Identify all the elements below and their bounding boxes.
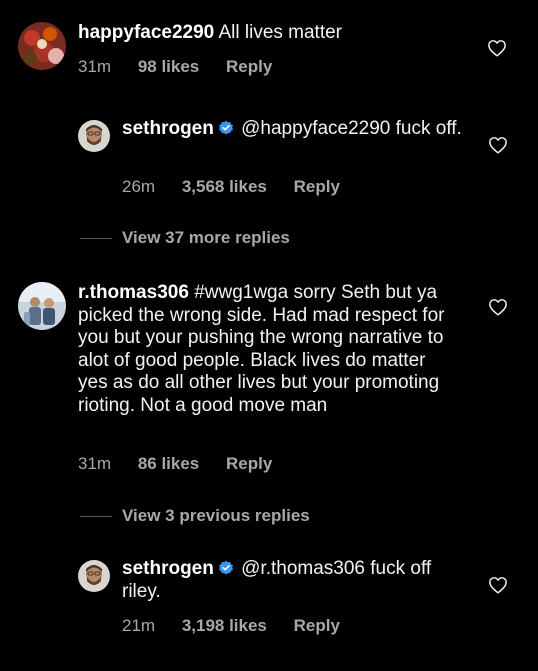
comment-meta: 31m 86 likes Reply (78, 454, 272, 474)
comment-time: 26m (122, 177, 156, 196)
divider-line (80, 516, 112, 518)
view-more-replies-label: View 37 more replies (122, 228, 290, 247)
comment-time: 31m (78, 454, 112, 473)
heart-outline-icon[interactable] (488, 298, 508, 316)
heart-outline-icon[interactable] (488, 136, 508, 154)
heart-outline-icon[interactable] (487, 39, 507, 57)
comment-username[interactable]: happyface2290 (78, 22, 214, 43)
comment-likes[interactable]: 98 likes (138, 57, 199, 77)
comment-text: All lives matter (218, 22, 343, 43)
verified-badge-icon (218, 120, 233, 135)
avatar-sethrogen[interactable] (78, 560, 110, 592)
reply-button[interactable]: Reply (294, 616, 340, 636)
comment-text: @happyface2290 fuck off. (241, 118, 462, 139)
comment-body: sethrogen @r.thomas306 fuck off riley. (122, 558, 467, 603)
comment-body: sethrogen @happyface2290 fuck off. (122, 118, 467, 141)
avatar-happyface2290[interactable] (18, 22, 66, 70)
reply-button[interactable]: Reply (226, 57, 272, 77)
verified-badge-icon (218, 560, 233, 575)
comment-meta: 21m 3,198 likes Reply (122, 616, 340, 636)
comment-body: r.thomas306 #wwg1wga sorry Seth but ya p… (78, 282, 458, 417)
comment-username[interactable]: sethrogen (122, 118, 214, 139)
comment-username[interactable]: r.thomas306 (78, 282, 189, 303)
reply-button[interactable]: Reply (226, 454, 272, 474)
comment-likes[interactable]: 86 likes (138, 454, 199, 474)
reply-sethrogen-2: sethrogen @r.thomas306 fuck off riley. 2… (0, 548, 538, 658)
view-previous-replies-label: View 3 previous replies (122, 506, 310, 525)
comment-r-thomas306: r.thomas306 #wwg1wga sorry Seth but ya p… (0, 270, 538, 480)
reply-sethrogen-1: sethrogen @happyface2290 fuck off. 26m 3… (0, 100, 538, 210)
reply-button[interactable]: Reply (294, 177, 340, 197)
comment-happyface2290: happyface2290 All lives matter 31m 98 li… (0, 0, 538, 90)
comment-username[interactable]: sethrogen (122, 558, 214, 579)
comment-meta: 31m 98 likes Reply (78, 57, 272, 77)
view-previous-replies-button[interactable]: View 3 previous replies (80, 506, 310, 526)
comment-likes[interactable]: 3,198 likes (182, 616, 267, 636)
avatar-sethrogen[interactable] (78, 120, 110, 152)
heart-outline-icon[interactable] (488, 576, 508, 594)
comment-body: happyface2290 All lives matter (78, 22, 478, 45)
comment-time: 31m (78, 57, 112, 76)
comment-time: 21m (122, 616, 156, 635)
comment-meta: 26m 3,568 likes Reply (122, 177, 340, 197)
view-more-replies-button[interactable]: View 37 more replies (80, 228, 290, 248)
avatar-r-thomas306[interactable] (18, 282, 66, 330)
comment-likes[interactable]: 3,568 likes (182, 177, 267, 197)
divider-line (80, 238, 112, 240)
